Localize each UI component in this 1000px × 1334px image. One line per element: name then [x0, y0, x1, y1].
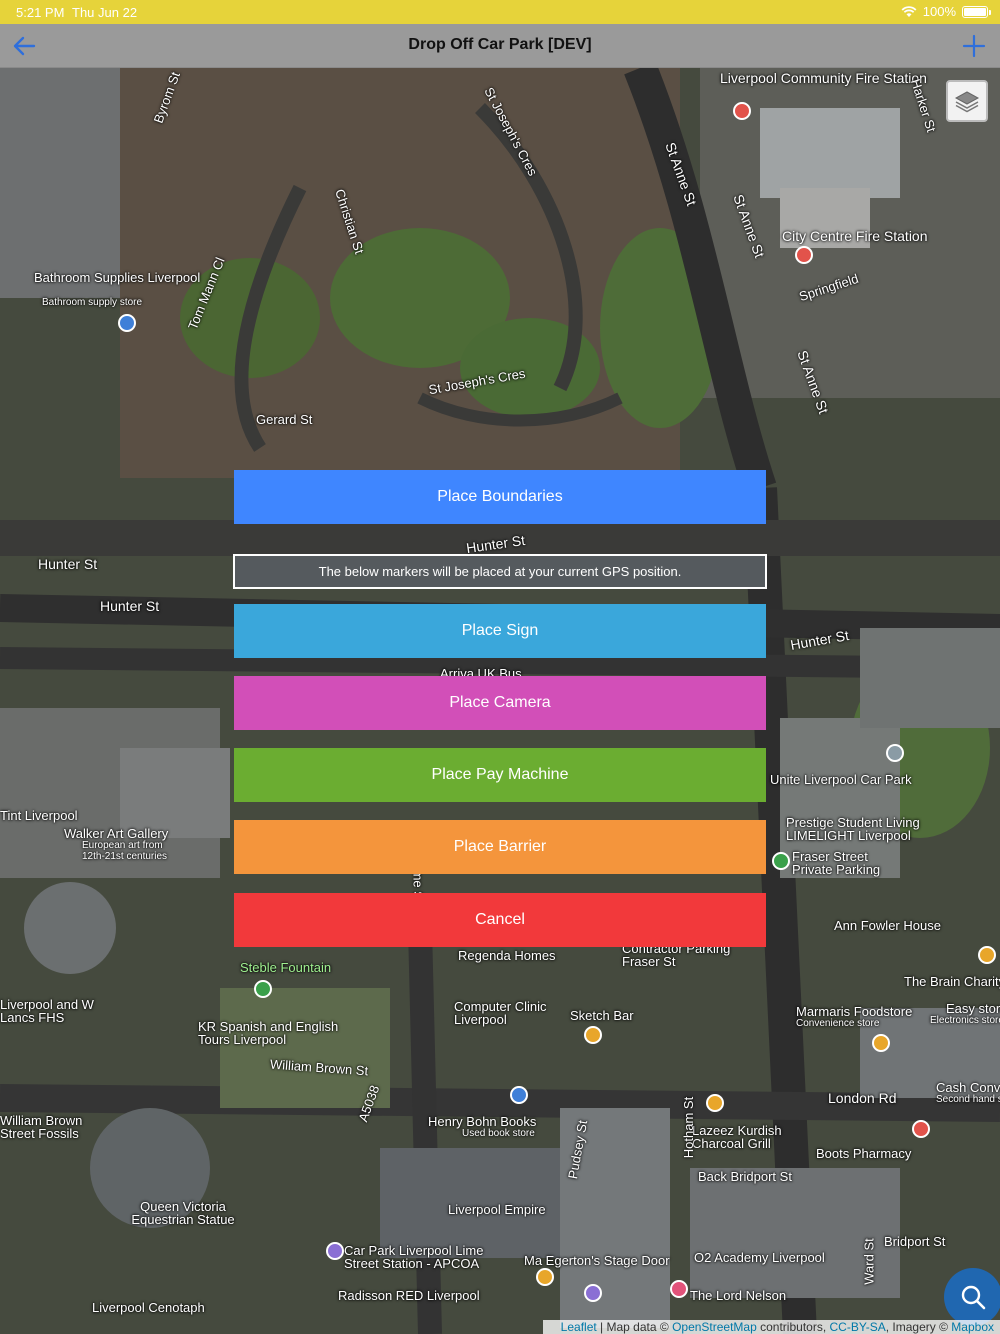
map-pin-icon[interactable]	[886, 744, 904, 762]
battery-icon	[962, 5, 991, 18]
leaflet-link[interactable]: Leaflet	[561, 1320, 597, 1334]
map-pin-icon[interactable]	[912, 1120, 930, 1138]
map-label: The Brain Charity	[904, 974, 1000, 989]
map-label: Henry Bohn Books	[428, 1114, 537, 1129]
map-label: Tint Liverpool	[0, 808, 78, 823]
battery-percent: 100%	[922, 4, 956, 19]
gps-info-message: The below markers will be placed at your…	[233, 554, 767, 589]
map-label: City Centre Fire Station	[782, 228, 928, 244]
map-label: Convenience store	[796, 1018, 880, 1029]
map-pin-icon[interactable]	[872, 1034, 890, 1052]
map-label: Second hand store	[936, 1094, 1000, 1105]
place-boundaries-button[interactable]: Place Boundaries	[234, 470, 766, 524]
map-label: Steble Fountain	[240, 960, 332, 975]
map-label: Computer Clinic Liverpool	[454, 999, 547, 1027]
map-pin-icon[interactable]	[584, 1284, 602, 1302]
layers-icon	[954, 91, 980, 113]
map-label: Cash Converters	[936, 1080, 1000, 1095]
map-label: KR Spanish and English Tours Liverpool	[198, 1019, 339, 1047]
search-icon	[961, 1285, 986, 1310]
map-label: Bathroom Supplies Liverpool	[34, 270, 201, 285]
map-label: O2 Academy Liverpool	[694, 1250, 825, 1265]
map-label: Liverpool Cenotaph	[92, 1300, 205, 1315]
map-pin-icon[interactable]	[978, 946, 996, 964]
navigation-bar: Drop Off Car Park [DEV]	[0, 24, 1000, 68]
attribution-imagery: , Imagery ©	[885, 1320, 948, 1334]
map-label: Fraser Street Private Parking	[792, 849, 881, 877]
map-attribution: Leaflet | Map data © OpenStreetMap contr…	[542, 1320, 1000, 1334]
place-sign-button[interactable]: Place Sign	[234, 604, 766, 658]
place-pay-machine-button[interactable]: Place Pay Machine	[234, 748, 766, 802]
map-label: Boots Pharmacy	[816, 1146, 912, 1161]
layers-button[interactable]	[946, 80, 988, 122]
map-pin-icon[interactable]	[706, 1094, 724, 1112]
map-label: Bridport St	[884, 1234, 946, 1249]
attribution-map-data: Map data ©	[606, 1320, 669, 1334]
map-pin-icon[interactable]	[536, 1268, 554, 1286]
map-pin-icon[interactable]	[670, 1280, 688, 1298]
map-label: Hotham St	[681, 1096, 697, 1159]
map-label: William Brown Street Fossils	[0, 1113, 83, 1141]
map-label: Walker Art Gallery	[64, 826, 169, 841]
add-icon[interactable]	[960, 32, 988, 60]
map-label: Ward St	[861, 1238, 877, 1285]
map-pin-icon[interactable]	[772, 852, 790, 870]
status-bar: 5:21 PM Thu Jun 22 100%	[0, 0, 1000, 24]
place-camera-button[interactable]: Place Camera	[234, 676, 766, 730]
map-pin-icon[interactable]	[733, 102, 751, 120]
map-pin-icon[interactable]	[510, 1086, 528, 1104]
map-label: Easy store	[946, 1001, 1000, 1016]
map-label: Liverpool and W Lancs FHS	[0, 997, 94, 1025]
status-time: 5:21 PM	[16, 5, 65, 20]
map-label: Ma Egerton's Stage Door	[524, 1253, 670, 1268]
status-right: 100%	[901, 4, 991, 19]
map-pin-icon[interactable]	[254, 980, 272, 998]
map-label: Back Bridport St	[698, 1169, 792, 1184]
osm-link[interactable]: OpenStreetMap	[672, 1320, 757, 1334]
map-label: Used book store	[462, 1128, 535, 1139]
map-label: Hunter St	[38, 556, 98, 572]
map-label: Liverpool Community Fire Station	[720, 70, 927, 86]
map-label: Electronics store	[930, 1015, 1000, 1026]
cancel-button[interactable]: Cancel	[234, 893, 766, 947]
map-label: Lazeez Kurdish Charcoal Grill	[692, 1123, 782, 1151]
map-pin-icon[interactable]	[326, 1242, 344, 1260]
map-label: Hunter St	[100, 598, 160, 614]
map-label: Liverpool Empire	[448, 1202, 546, 1217]
map-label: Gerard St	[256, 412, 313, 427]
map-label: The Lord Nelson	[690, 1288, 787, 1303]
map-label: Radisson RED Liverpool	[338, 1288, 480, 1303]
map-label: Bathroom supply store	[42, 297, 143, 308]
wifi-icon	[901, 5, 917, 17]
map-label: London Rd	[828, 1090, 897, 1106]
mapbox-link[interactable]: Mapbox	[951, 1320, 994, 1334]
map-label: Car Park Liverpool Lime Street Station -…	[344, 1243, 484, 1271]
status-date: Thu Jun 22	[72, 5, 138, 20]
license-link[interactable]: CC-BY-SA	[830, 1320, 886, 1334]
map-label: Regenda Homes	[458, 948, 556, 963]
map-label: European art from 12th-21st centuries	[82, 840, 168, 862]
map-pin-icon[interactable]	[118, 314, 136, 332]
attribution-contributors: contributors,	[760, 1320, 827, 1334]
map-label: Queen Victoria Equestrian Statue	[131, 1199, 235, 1227]
search-button[interactable]	[944, 1268, 1000, 1326]
map-label: Marmaris Foodstore	[796, 1004, 913, 1019]
map-pin-icon[interactable]	[795, 246, 813, 264]
page-title: Drop Off Car Park [DEV]	[408, 36, 592, 53]
map-pin-icon[interactable]	[584, 1026, 602, 1044]
map-label: Unite Liverpool Car Park	[770, 772, 912, 787]
map-label: Ann Fowler House	[834, 918, 941, 933]
map-label: Prestige Student Living LIMELIGHT Liverp…	[786, 815, 920, 843]
map-label: Sketch Bar	[570, 1008, 634, 1023]
place-barrier-button[interactable]: Place Barrier	[234, 820, 766, 874]
